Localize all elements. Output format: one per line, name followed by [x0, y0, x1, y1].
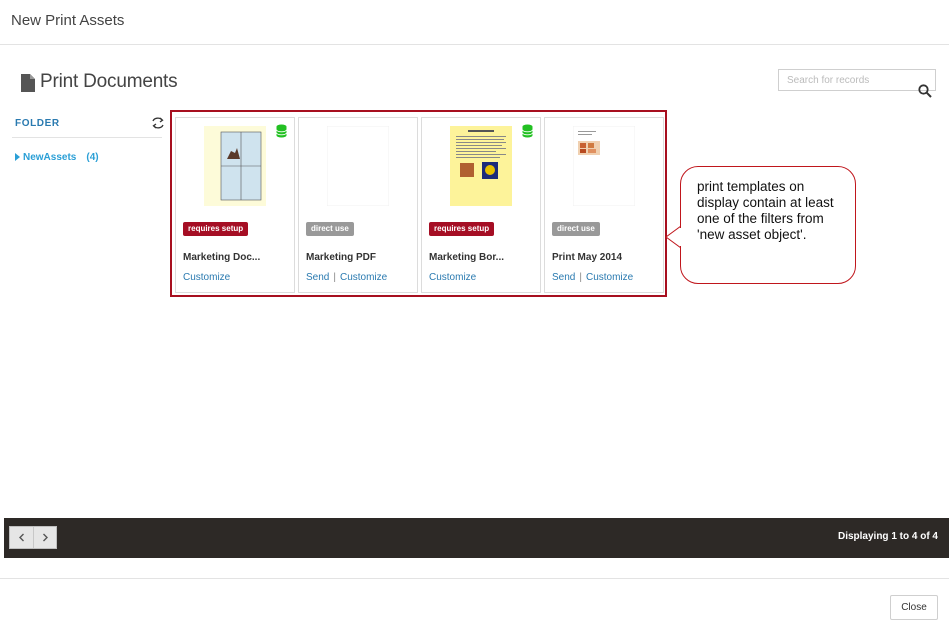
document-icon [21, 74, 35, 92]
pager [9, 526, 57, 549]
search-input[interactable] [778, 69, 936, 91]
chevron-right-icon [43, 533, 48, 542]
footer-divider [0, 578, 949, 579]
folder-label: FOLDER [15, 118, 60, 129]
caret-right-icon [15, 153, 20, 161]
highlight-box [170, 110, 667, 297]
prev-page-button[interactable] [10, 527, 33, 548]
sidebar-divider [12, 137, 162, 138]
callout-pointer-mask [680, 228, 683, 246]
refresh-icon[interactable] [151, 116, 165, 130]
display-count: Displaying 1 to 4 of 4 [837, 531, 938, 542]
close-button[interactable]: Close [890, 595, 938, 620]
next-page-button[interactable] [33, 527, 57, 548]
page-title: Print Documents [40, 71, 178, 92]
sidebar-item-newassets[interactable]: NewAssets (4) [15, 152, 99, 163]
header-divider [0, 44, 949, 45]
chevron-left-icon [19, 533, 24, 542]
sidebar-item-count: (4) [86, 152, 99, 163]
callout-bubble: print templates on display contain at le… [680, 166, 856, 284]
dialog-title: New Print Assets [11, 12, 125, 29]
sidebar-item-label: NewAssets [23, 152, 77, 163]
callout-text: print templates on display contain at le… [697, 179, 834, 242]
search-icon[interactable] [918, 84, 932, 98]
pagination-bar: Displaying 1 to 4 of 4 [4, 518, 949, 558]
